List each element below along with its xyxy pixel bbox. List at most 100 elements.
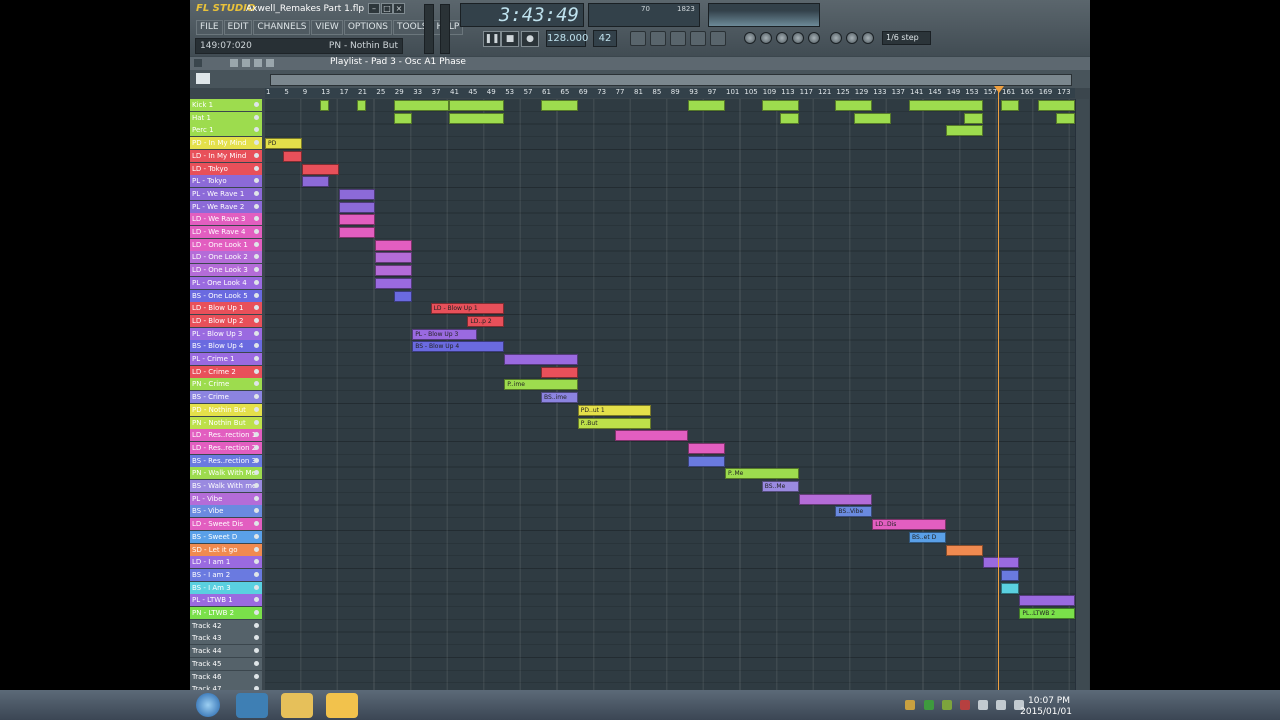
track-mute-icon[interactable]: [254, 102, 259, 107]
master-volume-slider[interactable]: [424, 4, 434, 54]
track-label[interactable]: LD - Res..rection 1: [190, 429, 262, 442]
pattern-clip[interactable]: LD..p 2: [467, 315, 505, 327]
pattern-clip[interactable]: [761, 100, 799, 111]
track-mute-icon[interactable]: [254, 317, 259, 323]
pattern-clip[interactable]: [780, 112, 799, 124]
pattern-clip[interactable]: [945, 125, 983, 137]
tray-icon-4[interactable]: [960, 700, 970, 710]
track-label[interactable]: LD - Res..rection 2: [190, 441, 262, 454]
track-label[interactable]: Kick 1: [190, 99, 262, 111]
track-label[interactable]: LD - Crime 2: [190, 365, 262, 378]
track-label[interactable]: Track 45: [190, 657, 262, 670]
track-mute-icon[interactable]: [254, 241, 259, 247]
track-label[interactable]: PL - We Rave 2: [190, 200, 262, 213]
track-label[interactable]: SD - Let it go: [190, 543, 262, 556]
track-label[interactable]: LD - One Look 2: [190, 251, 262, 264]
pattern-clip[interactable]: [1001, 582, 1020, 594]
track-label[interactable]: BS - Vibe: [190, 505, 262, 518]
track-mute-icon[interactable]: [254, 470, 259, 476]
track-mute-icon[interactable]: [254, 178, 259, 184]
maximize-button[interactable]: □: [381, 3, 393, 14]
pattern-clip[interactable]: [338, 214, 376, 226]
track-mute-icon[interactable]: [254, 610, 259, 615]
track-label[interactable]: LD - Blow Up 1: [190, 302, 262, 315]
pattern-clip[interactable]: P..ime: [504, 379, 578, 391]
track-label[interactable]: PN - LTWB 2: [190, 607, 262, 619]
pattern-clip[interactable]: P..Me: [725, 468, 799, 480]
track-mute-icon[interactable]: [254, 114, 259, 120]
track-label[interactable]: Track 42: [190, 619, 262, 632]
track-mute-icon[interactable]: [254, 279, 259, 285]
pattern-clip[interactable]: PL..LTWB 2: [1019, 608, 1075, 619]
playlist-menu-icon[interactable]: [194, 59, 202, 67]
menu-channels[interactable]: CHANNELS: [253, 20, 311, 35]
master-pitch-slider[interactable]: [440, 4, 450, 54]
track-label[interactable]: PL - LTWB 1: [190, 594, 262, 607]
taskbar-date[interactable]: 2015/01/01: [1020, 707, 1072, 717]
playhead-marker[interactable]: [994, 86, 1004, 93]
pattern-clip[interactable]: [301, 163, 339, 175]
track-mute-icon[interactable]: [254, 432, 259, 438]
track-label[interactable]: LD - We Rave 3: [190, 213, 262, 226]
menu-view[interactable]: VIEW: [311, 20, 343, 35]
pause-button[interactable]: ❚❚: [483, 31, 501, 47]
pattern-clip[interactable]: [449, 112, 505, 124]
pattern-clip[interactable]: [835, 100, 873, 111]
pattern-clip[interactable]: [375, 265, 413, 277]
playlist-grid[interactable]: PD LD - Blow Up 1 LD..p 2 PL - Blow Up 3 BS …: [265, 99, 1075, 690]
vertical-scrollbar[interactable]: [1075, 99, 1089, 690]
pattern-clip[interactable]: PL - Blow Up 3: [412, 328, 477, 340]
stop-button[interactable]: ■: [501, 31, 519, 47]
pattern-clip[interactable]: P..But: [577, 417, 652, 429]
track-mute-icon[interactable]: [254, 533, 259, 539]
pattern-clip[interactable]: BS..ime: [541, 392, 578, 404]
pattern-clip[interactable]: [541, 366, 578, 378]
track-label[interactable]: PL - Blow Up 3: [190, 327, 262, 340]
pattern-clip[interactable]: [338, 188, 376, 200]
track-mute-icon[interactable]: [254, 495, 259, 501]
pattern-clip[interactable]: [301, 176, 330, 188]
browser-button[interactable]: [690, 31, 706, 46]
track-mute-icon[interactable]: [254, 597, 259, 603]
pattern-clip[interactable]: [964, 112, 983, 124]
track-label[interactable]: BS - Sweet D: [190, 530, 262, 543]
track-mute-icon[interactable]: [254, 356, 259, 361]
pattern-clip[interactable]: [798, 493, 873, 505]
track-label[interactable]: PN - Walk With Me: [190, 467, 262, 480]
track-label[interactable]: LD - One Look 1: [190, 238, 262, 251]
pattern-clip[interactable]: [688, 100, 725, 111]
blend-knob[interactable]: [792, 32, 804, 44]
track-label[interactable]: LD - Blow Up 2: [190, 314, 262, 327]
track-mute-icon[interactable]: [254, 622, 259, 628]
countdown-knob[interactable]: [776, 32, 788, 44]
pattern-clip[interactable]: [375, 277, 413, 289]
track-label[interactable]: PL - We Rave 1: [190, 187, 262, 200]
pattern-clip[interactable]: LD - Blow Up 1: [430, 303, 505, 315]
menu-options[interactable]: OPTIONS: [343, 20, 393, 35]
file-explorer-icon[interactable]: [281, 693, 313, 718]
pattern-clip[interactable]: [504, 354, 578, 365]
track-label[interactable]: BS - I am 2: [190, 568, 262, 581]
pattern-clip[interactable]: [393, 112, 413, 124]
pattern-clip[interactable]: [449, 100, 505, 111]
track-label[interactable]: Track 47: [190, 683, 262, 690]
track-label[interactable]: BS - Walk With me: [190, 480, 262, 492]
track-mute-icon[interactable]: [254, 127, 259, 133]
pattern-clip[interactable]: [393, 290, 413, 302]
piano-roll-button[interactable]: [670, 31, 686, 46]
track-label[interactable]: LD - In My Mind: [190, 149, 262, 162]
pattern-clip[interactable]: [357, 100, 367, 111]
track-label[interactable]: Track 43: [190, 632, 262, 645]
track-label[interactable]: BS - I Am 3: [190, 581, 262, 594]
track-mute-icon[interactable]: [254, 559, 259, 565]
step-sequencer-button[interactable]: [650, 31, 666, 46]
track-mute-icon[interactable]: [254, 381, 259, 387]
metronome-knob[interactable]: [760, 32, 772, 44]
pattern-clip[interactable]: BS..Me: [761, 481, 799, 492]
pattern-clip[interactable]: [338, 201, 376, 213]
pattern-picker-button[interactable]: [196, 73, 210, 84]
pattern-display[interactable]: 42: [593, 30, 617, 47]
pattern-clip[interactable]: [320, 100, 330, 111]
snap-selector[interactable]: 1/6 step: [882, 31, 931, 45]
playlist-title[interactable]: Playlist - Pad 3 - Osc A1 Phase: [330, 57, 466, 67]
